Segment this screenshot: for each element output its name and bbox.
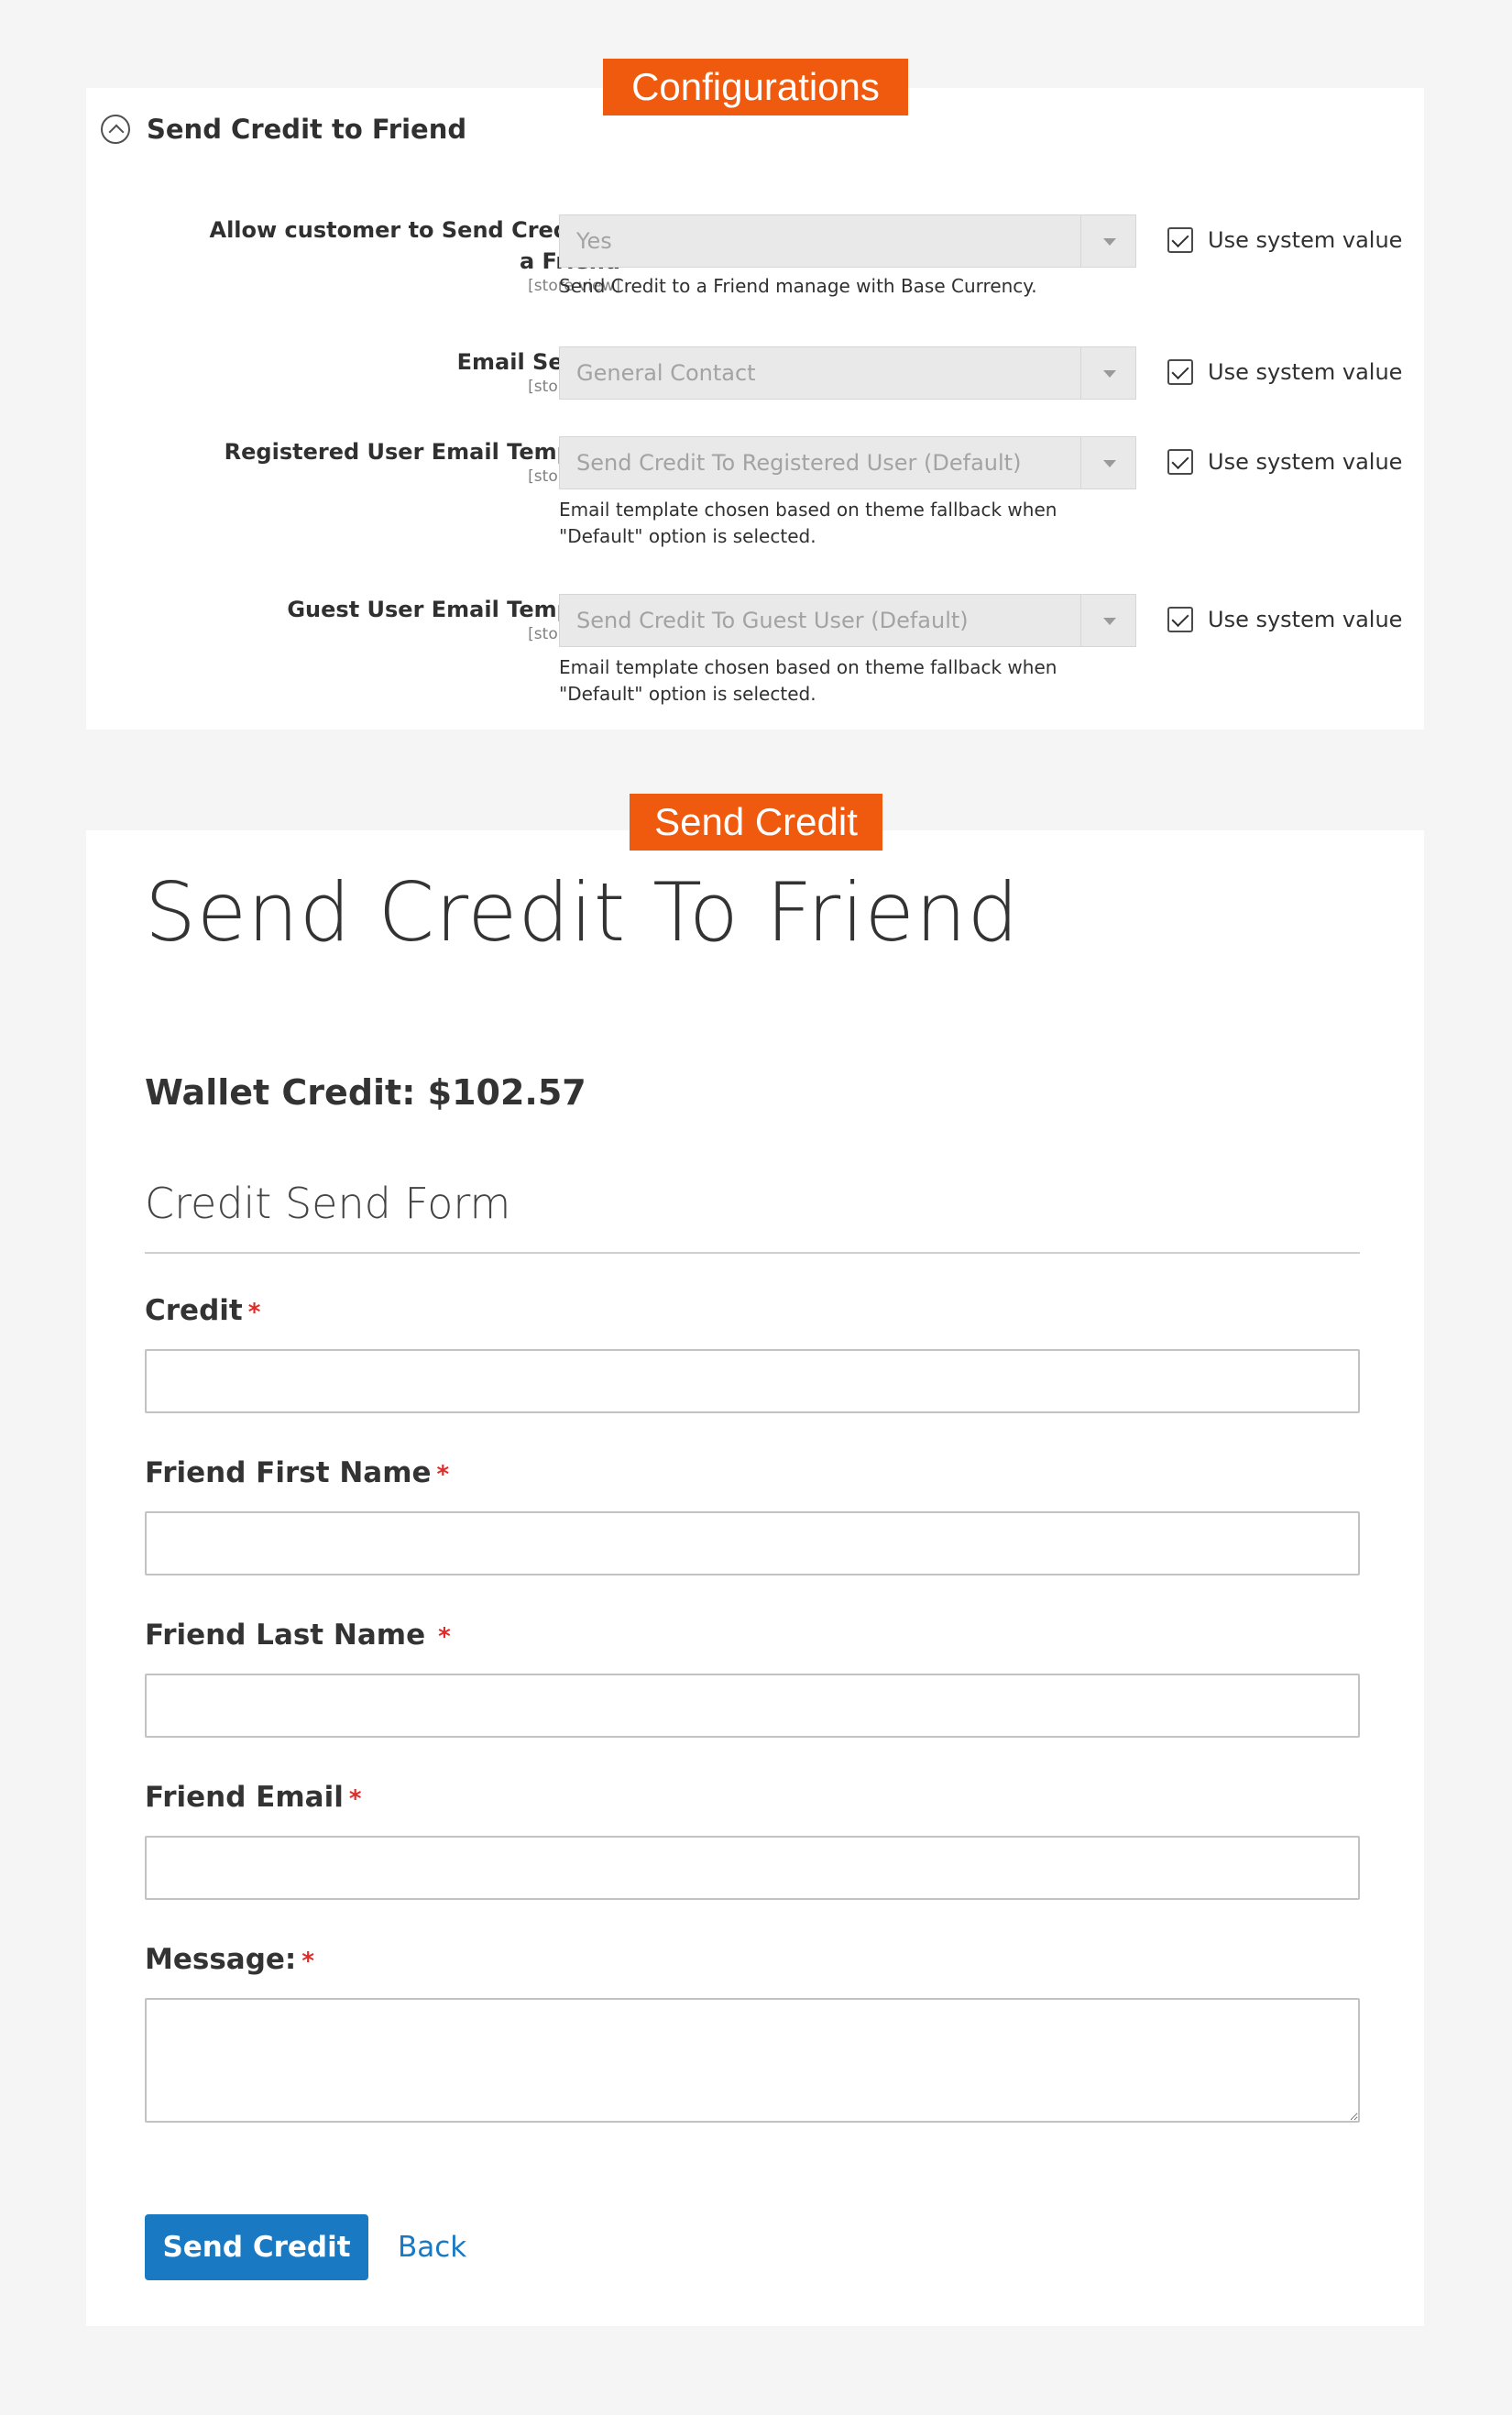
send-credit-tag: Send Credit (630, 794, 882, 851)
config-panel: Send Credit to Friend Allow customer to … (86, 88, 1424, 730)
email-sender-select[interactable]: General Contact (559, 346, 1136, 400)
last-name-input[interactable] (145, 1674, 1360, 1738)
select-value: Yes (576, 228, 612, 254)
scope-label: [store view] (528, 378, 620, 396)
email-label-text: Friend Email (145, 1781, 344, 1814)
chevron-down-icon[interactable] (1080, 347, 1135, 399)
required-mark: * (247, 1299, 261, 1326)
section-title: Send Credit to Friend (147, 114, 467, 145)
use-system-value-label: Use system value (1208, 359, 1403, 385)
guest-template-select[interactable]: Send Credit To Guest User (Default) (559, 594, 1136, 647)
send-credit-button[interactable]: Send Credit (145, 2214, 368, 2280)
field-note: Email template chosen based on theme fal… (559, 499, 1057, 547)
config-label: Allow customer to Send Credit to a Frien… (199, 214, 621, 295)
config-label: Registered User Email Template [store vi… (199, 436, 620, 486)
select-value: Send Credit To Registered User (Default) (576, 450, 1022, 476)
required-mark: * (301, 1948, 314, 1975)
use-system-value-label: Use system value (1208, 607, 1403, 632)
credit-label-text: Credit (145, 1294, 243, 1327)
back-link[interactable]: Back (398, 2231, 466, 2264)
send-credit-panel: Send Credit To Friend Wallet Credit: $10… (86, 830, 1424, 2326)
section-header[interactable]: Send Credit to Friend (101, 114, 466, 145)
field-note: Send Credit to a Friend manage with Base… (559, 275, 1037, 297)
message-label: Message: * (145, 1943, 314, 1976)
use-system-value-checkbox[interactable]: Use system value (1167, 607, 1402, 632)
registered-template-select[interactable]: Send Credit To Registered User (Default) (559, 436, 1136, 489)
page-title: Send Credit To Friend (145, 865, 1020, 960)
configurations-tag: Configurations (603, 59, 908, 115)
checkbox-checked-icon[interactable] (1167, 227, 1193, 253)
use-system-value-checkbox[interactable]: Use system value (1167, 227, 1402, 253)
config-label: Guest User Email Template [store view] (199, 594, 620, 643)
chevron-down-icon[interactable] (1080, 595, 1135, 646)
collapse-circle-icon[interactable] (101, 115, 130, 144)
field-note: Email template chosen based on theme fal… (559, 656, 1057, 705)
form-legend: Credit Send Form (145, 1179, 1360, 1254)
use-system-value-checkbox[interactable]: Use system value (1167, 449, 1402, 475)
select-value: Send Credit To Guest User (Default) (576, 608, 969, 633)
credit-label: Credit * (145, 1294, 260, 1327)
use-system-value-label: Use system value (1208, 449, 1403, 475)
config-label: Email Sender [store view] (199, 346, 620, 396)
select-value: General Contact (576, 360, 756, 386)
email-input[interactable] (145, 1836, 1360, 1900)
checkbox-checked-icon[interactable] (1167, 607, 1193, 632)
last-name-label-text: Friend Last Name (145, 1619, 426, 1652)
required-mark: * (348, 1785, 362, 1813)
use-system-value-checkbox[interactable]: Use system value (1167, 359, 1402, 385)
scope-label: [store view] (528, 625, 620, 643)
use-system-value-label: Use system value (1208, 227, 1403, 253)
message-label-text: Message: (145, 1943, 297, 1976)
message-textarea[interactable] (145, 1998, 1360, 2123)
chevron-down-icon[interactable] (1080, 437, 1135, 488)
first-name-input[interactable] (145, 1511, 1360, 1575)
credit-input[interactable] (145, 1349, 1360, 1413)
required-mark: * (436, 1461, 450, 1488)
checkbox-checked-icon[interactable] (1167, 449, 1193, 475)
allow-send-select[interactable]: Yes (559, 214, 1136, 268)
wallet-credit: Wallet Credit: $102.57 (145, 1072, 586, 1113)
chevron-down-icon[interactable] (1080, 215, 1135, 267)
email-label: Friend Email * (145, 1781, 361, 1814)
first-name-label-text: Friend First Name (145, 1456, 432, 1489)
checkbox-checked-icon[interactable] (1167, 359, 1193, 385)
scope-label: [store view] (528, 467, 620, 486)
scope-label: [store view] (528, 277, 620, 295)
last-name-label: Friend Last Name * (145, 1619, 451, 1652)
first-name-label: Friend First Name * (145, 1456, 449, 1489)
required-mark: * (438, 1623, 451, 1651)
